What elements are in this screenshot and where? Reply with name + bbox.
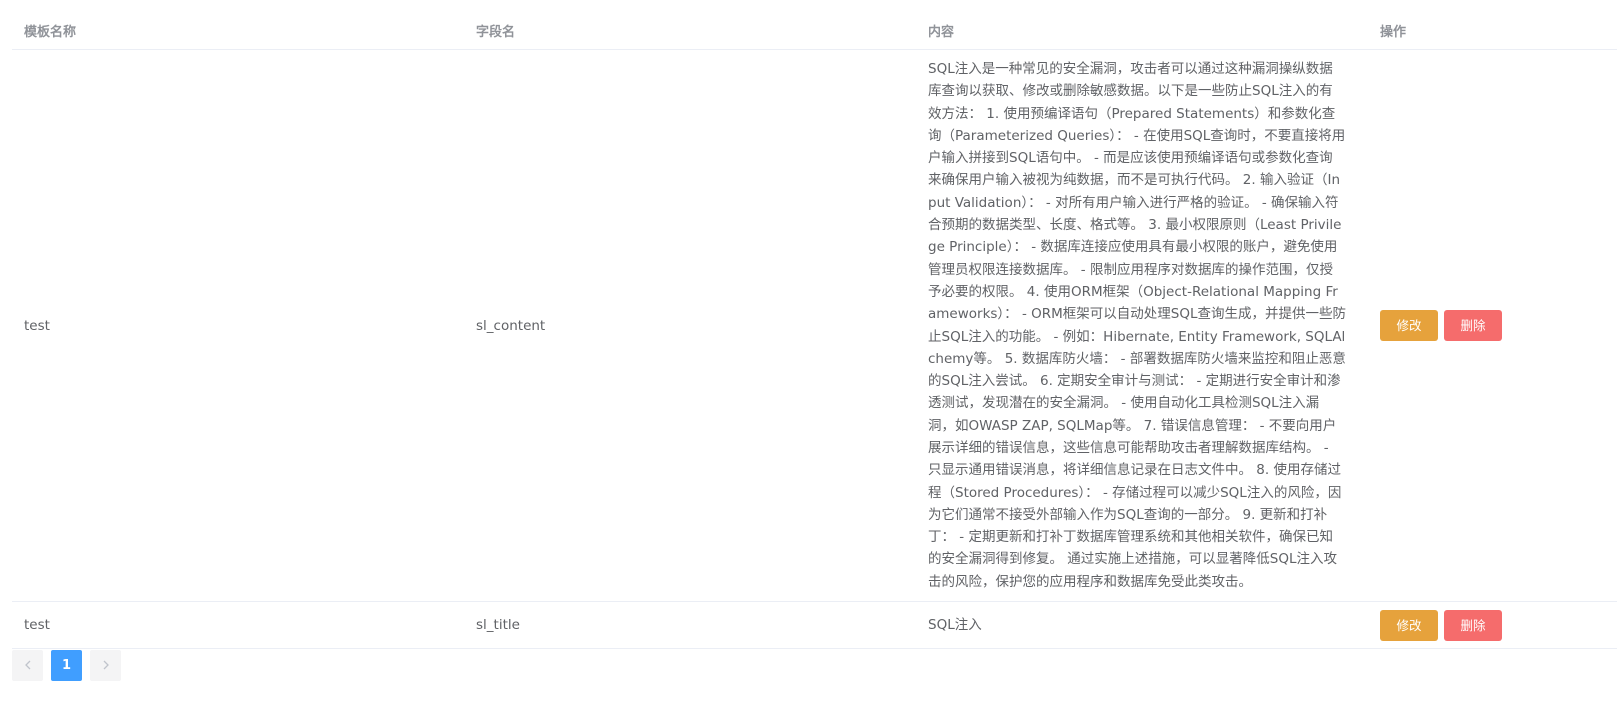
actions-cell: 修改 删除 <box>1368 49 1617 602</box>
delete-button[interactable]: 删除 <box>1444 310 1502 341</box>
prev-page-button[interactable] <box>12 649 43 681</box>
edit-button[interactable]: 修改 <box>1380 609 1438 641</box>
column-header-actions: 操作 <box>1368 12 1617 50</box>
content-cell: SQL注入 <box>916 601 1368 649</box>
pagination: 1 <box>12 649 129 681</box>
template-name-cell: test <box>12 49 464 602</box>
template-table: 模板名称 字段名 内容 操作 test sl_content SQL注入是一种常… <box>12 12 1617 649</box>
field-name-cell: sl_title <box>464 601 916 649</box>
content-cell: SQL注入是一种常见的安全漏洞，攻击者可以通过这种漏洞操纵数据库查询以获取、修改… <box>916 49 1368 602</box>
table-body: test sl_content SQL注入是一种常见的安全漏洞，攻击者可以通过这… <box>12 49 1617 649</box>
edit-button[interactable]: 修改 <box>1380 310 1438 341</box>
table-row: test sl_title SQL注入 修改 删除 <box>12 601 1617 649</box>
actions-cell: 修改 删除 <box>1368 601 1617 649</box>
field-name-cell: sl_content <box>464 49 916 602</box>
chevron-left-icon <box>24 660 32 670</box>
header-row: 模板名称 字段名 内容 操作 <box>12 12 1617 50</box>
column-header-template-name: 模板名称 <box>12 12 464 50</box>
table-header: 模板名称 字段名 内容 操作 <box>12 12 1617 50</box>
column-header-field-name: 字段名 <box>464 12 916 50</box>
column-header-content: 内容 <box>916 12 1368 50</box>
table-row: test sl_content SQL注入是一种常见的安全漏洞，攻击者可以通过这… <box>12 49 1617 602</box>
page-number-button[interactable]: 1 <box>51 649 82 681</box>
template-list-page: 模板名称 字段名 内容 操作 test sl_content SQL注入是一种常… <box>0 0 1617 708</box>
template-name-cell: test <box>12 601 464 649</box>
chevron-right-icon <box>102 660 110 670</box>
delete-button[interactable]: 删除 <box>1444 609 1502 641</box>
next-page-button[interactable] <box>90 649 121 681</box>
